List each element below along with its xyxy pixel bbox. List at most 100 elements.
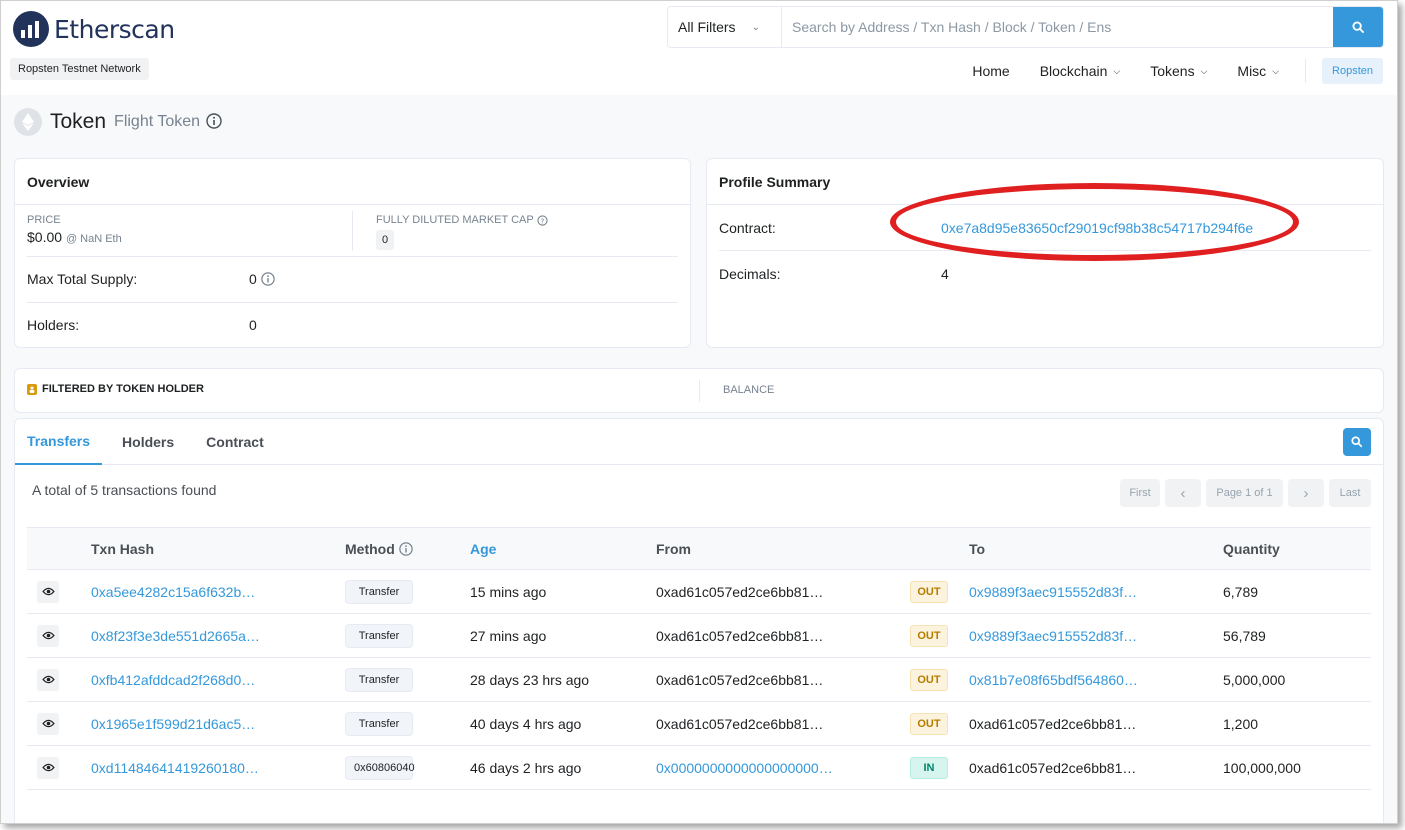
divider: [27, 256, 678, 257]
header: Etherscan Ropsten Testnet Network All Fi…: [1, 1, 1397, 95]
decimals-label: Decimals:: [719, 266, 781, 282]
price-value: $0.00: [27, 229, 63, 245]
info-icon[interactable]: [398, 541, 413, 556]
market-cap-value: 0: [376, 230, 395, 250]
question-icon[interactable]: ?: [537, 214, 548, 226]
info-icon[interactable]: [206, 112, 222, 132]
quantity-value: 100,000,000: [1223, 759, 1301, 776]
overview-divider: [352, 211, 353, 251]
age-value: 27 mins ago: [470, 627, 547, 644]
tab-bar: Transfers Holders Contract: [15, 419, 1383, 465]
max-supply-value: 0: [249, 271, 257, 287]
divider: [27, 302, 678, 303]
token-name: Flight Token: [114, 113, 201, 130]
etherscan-logo-icon: [13, 11, 49, 47]
price-eth: @ NaN Eth: [65, 233, 122, 245]
nav-misc-label: Misc: [1237, 63, 1267, 79]
filter-label: FILTERED BY TOKEN HOLDER: [42, 383, 204, 395]
holders-value: 0: [249, 317, 257, 333]
column-header-txn-hash: Txn Hash: [91, 527, 345, 570]
eye-icon[interactable]: [37, 580, 59, 603]
holders-row: Holders: 0: [27, 313, 678, 337]
browser-frame: Etherscan Ropsten Testnet Network All Fi…: [0, 0, 1398, 824]
txn-hash-link[interactable]: 0xfb412afddcad2f268d0…: [91, 672, 255, 688]
filter-divider: [699, 380, 700, 402]
transactions-table: Txn Hash Method Age From To Quantity 0xa…: [27, 527, 1371, 790]
search-button[interactable]: [1333, 7, 1383, 47]
method-badge: Transfer: [345, 667, 413, 692]
logo[interactable]: Etherscan: [13, 11, 175, 47]
direction-badge: OUT: [910, 668, 948, 691]
market-cap-label: FULLY DILUTED MARKET CAP: [376, 214, 534, 226]
pagination: First ‹ Page 1 of 1 › Last: [1115, 479, 1371, 507]
from-address[interactable]: 0x0000000000000000000…: [656, 760, 833, 776]
tab-contract[interactable]: Contract: [194, 419, 276, 465]
nav-blockchain-label: Blockchain: [1039, 63, 1108, 79]
svg-text:?: ?: [540, 216, 544, 225]
chevron-down-icon: ⌵: [1113, 65, 1121, 76]
tab-holders[interactable]: Holders: [110, 419, 186, 465]
page-title: Token Flight Token: [14, 108, 222, 136]
last-page-button[interactable]: Last: [1329, 479, 1371, 507]
first-page-button[interactable]: First: [1120, 479, 1160, 507]
txn-hash-link[interactable]: 0xa5ee4282c15a6f632b…: [91, 584, 255, 600]
tab-transfers[interactable]: Transfers: [15, 419, 103, 465]
direction-badge: OUT: [910, 712, 948, 735]
search-filter-dropdown[interactable]: All Filters ⌄: [668, 7, 782, 47]
from-address: 0xad61c057ed2ce6bb81…: [656, 583, 824, 600]
filter-bar: FILTERED BY TOKEN HOLDER BALANCE: [14, 368, 1384, 413]
nav-home-label: Home: [972, 63, 1010, 79]
to-address[interactable]: 0x9889f3aec915552d83f…: [969, 584, 1137, 600]
method-badge: Transfer: [345, 711, 413, 736]
ethereum-icon: [14, 108, 42, 136]
search-transfers-button[interactable]: [1343, 428, 1371, 456]
column-header-age[interactable]: Age: [470, 527, 656, 570]
age-value: 46 days 2 hrs ago: [470, 759, 582, 776]
quantity-value: 6,789: [1223, 583, 1259, 600]
nav-blockchain[interactable]: Blockchain ⌵: [1040, 63, 1121, 79]
txn-hash-link[interactable]: 0x1965e1f599d21d6ac5…: [91, 716, 255, 732]
method-badge: Transfer: [345, 623, 413, 648]
nav-misc[interactable]: Misc ⌵: [1237, 63, 1279, 79]
to-address: 0xad61c057ed2ce6bb81…: [969, 715, 1137, 732]
table-header-row: Txn Hash Method Age From To Quantity: [27, 527, 1371, 570]
max-supply-row: Max Total Supply: 0: [27, 267, 678, 291]
age-value: 40 days 4 hrs ago: [470, 715, 582, 732]
txn-hash-link[interactable]: 0xd11484641419260180…: [91, 760, 259, 776]
from-address: 0xad61c057ed2ce6bb81…: [656, 715, 824, 732]
network-badge: Ropsten Testnet Network: [10, 58, 149, 80]
chevron-down-icon: ⌵: [1272, 65, 1280, 76]
chevron-down-icon: ⌵: [1200, 65, 1208, 76]
search-icon: [1351, 20, 1364, 33]
to-address[interactable]: 0x81b7e08f65bdf564860…: [969, 672, 1138, 688]
overview-card: Overview PRICE $0.00 @ NaN Eth FULLY DIL…: [14, 158, 691, 348]
table-row: 0x1965e1f599d21d6ac5… Transfer 40 days 4 h…: [27, 701, 1371, 746]
search-input[interactable]: [782, 7, 1333, 47]
age-value: 15 mins ago: [470, 583, 547, 600]
eye-icon[interactable]: [37, 624, 59, 647]
info-icon[interactable]: [261, 272, 275, 286]
network-switch-button[interactable]: Ropsten: [1322, 58, 1383, 84]
nav-tokens-label: Tokens: [1150, 63, 1195, 79]
next-page-button[interactable]: ›: [1288, 479, 1324, 507]
txn-hash-link[interactable]: 0x8f23f3e3de551d2665a…: [91, 628, 260, 644]
nav-tokens[interactable]: Tokens ⌵: [1150, 63, 1207, 79]
direction-badge: OUT: [910, 624, 948, 647]
to-address[interactable]: 0x9889f3aec915552d83f…: [969, 628, 1137, 644]
chevron-down-icon: ⌄: [751, 21, 760, 33]
user-badge-icon: [27, 383, 37, 395]
column-header-quantity: Quantity: [1223, 527, 1371, 570]
eye-icon[interactable]: [37, 668, 59, 691]
decimals-value: 4: [941, 266, 949, 282]
column-header-method: Method: [345, 527, 470, 570]
prev-page-button[interactable]: ‹: [1165, 479, 1201, 507]
page-title-label: Token: [50, 110, 107, 133]
method-badge: 0x60806040: [345, 755, 415, 780]
page-indicator: Page 1 of 1: [1206, 479, 1283, 507]
nav-home[interactable]: Home: [972, 63, 1009, 79]
age-value: 28 days 23 hrs ago: [470, 671, 590, 688]
eye-icon[interactable]: [37, 712, 59, 735]
direction-badge: OUT: [910, 580, 948, 603]
eye-icon[interactable]: [37, 756, 59, 779]
max-supply-label: Max Total Supply:: [27, 271, 138, 287]
